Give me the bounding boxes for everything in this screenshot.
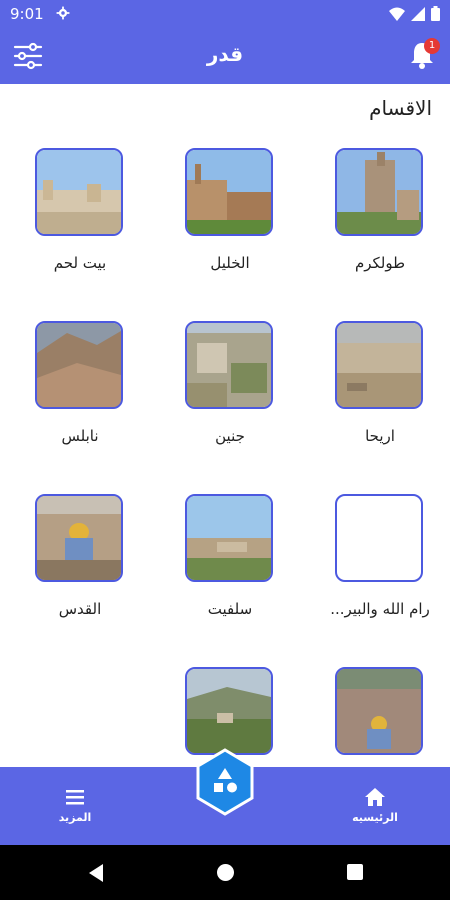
nav-home-label: الرئيسيه (352, 811, 398, 824)
category-thumbnail[interactable] (335, 494, 423, 582)
category-label: القدس (58, 600, 102, 618)
app-bar: قدر 1 (0, 28, 450, 84)
category-thumbnail[interactable] (35, 148, 123, 236)
category-label: بيت لحم (53, 254, 107, 272)
city-photo (337, 669, 421, 753)
battery-icon (431, 6, 440, 21)
system-navigation-bar (0, 845, 450, 900)
signal-icon (411, 6, 425, 21)
wifi-icon (389, 7, 405, 21)
category-thumbnail[interactable] (35, 494, 123, 582)
category-label: طولكرم (354, 254, 406, 272)
back-icon[interactable] (87, 863, 105, 883)
jericho-photo (337, 323, 421, 407)
jerusalem-photo (37, 496, 121, 580)
category-thumbnail[interactable] (335, 321, 423, 409)
category-thumbnail[interactable] (185, 494, 273, 582)
category-label: سلفيت (207, 600, 253, 618)
category-thumbnail[interactable] (35, 321, 123, 409)
home-circle-icon[interactable] (216, 863, 235, 882)
home-icon (365, 788, 385, 806)
status-bar: 9:01 (0, 0, 450, 28)
bethlehem-photo (37, 150, 121, 234)
nav-more-label: المزيد (58, 811, 92, 824)
hebron-photo (187, 150, 271, 234)
nav-more[interactable]: المزيد (30, 787, 120, 824)
nav-home[interactable]: الرئيسيه (330, 787, 420, 824)
category-label: اريحا (365, 427, 395, 445)
category-thumbnail[interactable] (185, 148, 273, 236)
notification-badge: 1 (424, 38, 440, 54)
recents-icon[interactable] (346, 863, 364, 881)
category-thumbnail[interactable] (185, 321, 273, 409)
section-title: الاقسام (369, 96, 432, 120)
nablus-photo (37, 323, 121, 407)
tulkarm-photo (337, 150, 421, 234)
jenin-photo (187, 323, 271, 407)
category-label: جنين (215, 427, 245, 445)
salfit-photo (187, 496, 271, 580)
categories-section: الاقسام طولكرم الخليل بيت لحم اريحا جنين… (0, 84, 450, 767)
category-thumbnail[interactable] (335, 667, 423, 755)
menu-list-icon (66, 790, 84, 805)
category-thumbnail[interactable] (185, 667, 273, 755)
settings-gear-icon (56, 6, 70, 20)
category-thumbnail[interactable] (335, 148, 423, 236)
categories-fab-button[interactable] (195, 748, 255, 816)
category-label: رام الله والبير... (330, 600, 430, 618)
app-title: قدر (206, 42, 244, 66)
status-time: 9:01 (10, 5, 44, 23)
category-label: نابلس (61, 427, 99, 445)
category-label: الخليل (210, 254, 250, 272)
valley-photo (187, 669, 271, 753)
